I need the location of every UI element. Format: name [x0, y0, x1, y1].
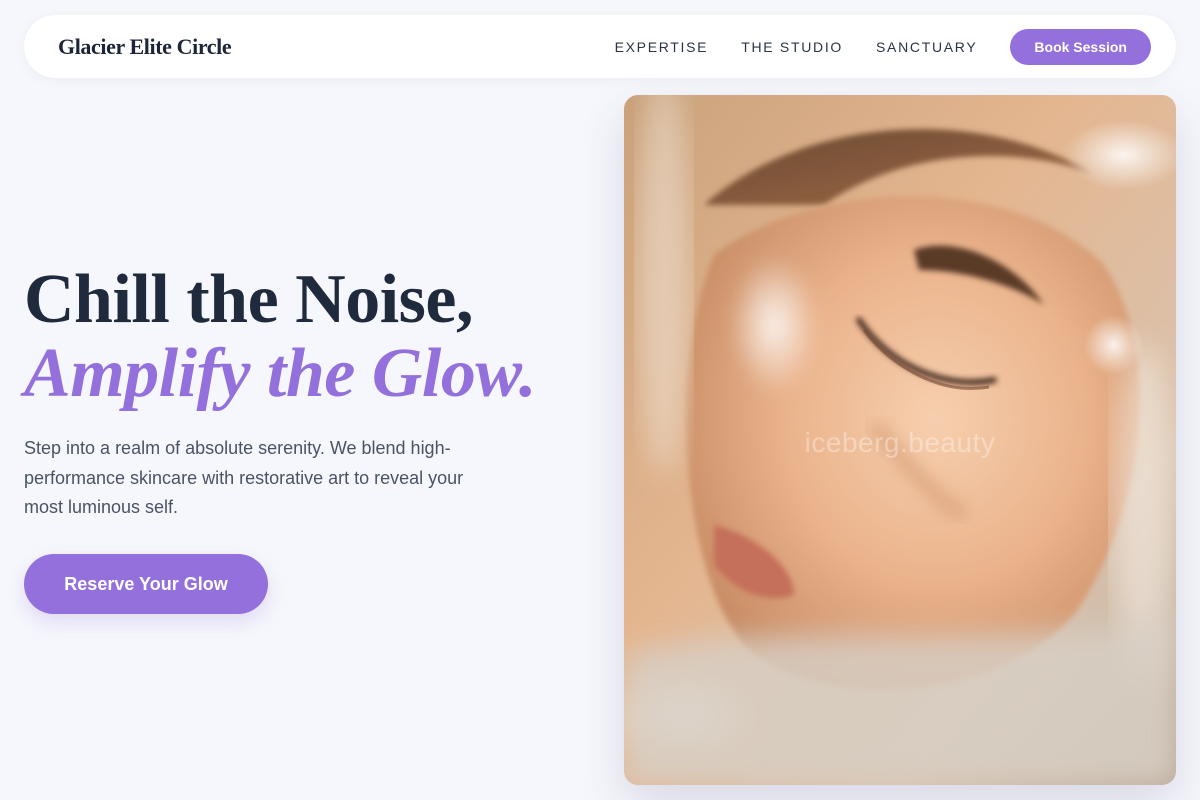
hero-description: Step into a realm of absolute serenity. …	[24, 438, 464, 517]
hero-title-line2: Amplify the Glow.	[24, 335, 536, 412]
nav-link-expertise[interactable]: EXPERTISE	[615, 39, 709, 55]
reserve-your-glow-button[interactable]: Reserve Your Glow	[24, 554, 268, 614]
hero-title: Chill the Noise, Amplify the Glow.	[24, 263, 536, 411]
brand-logo[interactable]: Glacier Elite Circle	[58, 34, 232, 60]
hero-title-line1: Chill the Noise,	[24, 261, 473, 338]
main-nav: EXPERTISE THE STUDIO SANCTUARY Book Sess…	[615, 28, 1151, 65]
hero-portrait-image: iceberg.beauty	[624, 95, 1176, 785]
image-watermark: iceberg.beauty	[804, 427, 996, 458]
top-navbar: Glacier Elite Circle EXPERTISE THE STUDI…	[24, 15, 1176, 78]
book-session-button[interactable]: Book Session	[1010, 28, 1151, 65]
nav-link-sanctuary[interactable]: SANCTUARY	[876, 39, 977, 55]
nav-link-the-studio[interactable]: THE STUDIO	[741, 39, 843, 55]
